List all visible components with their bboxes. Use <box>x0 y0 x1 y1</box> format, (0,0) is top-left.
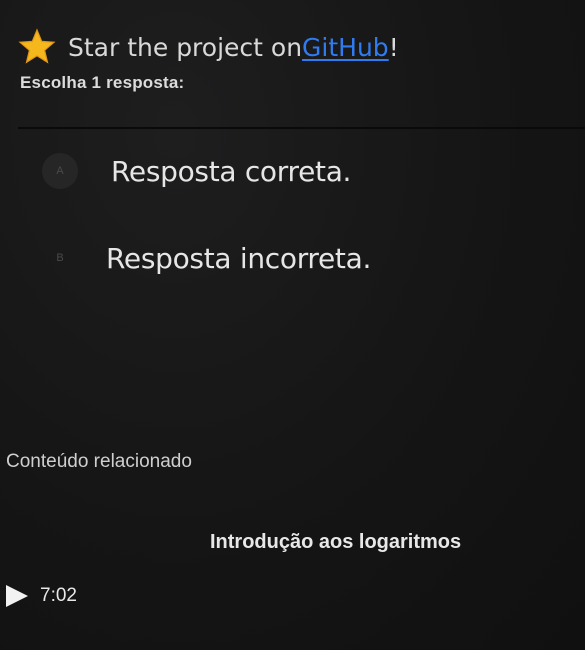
answer-option-b[interactable]: B Resposta incorreta. <box>42 240 371 276</box>
related-video-title: Introdução aos logaritmos <box>210 531 462 553</box>
play-icon <box>6 585 28 607</box>
banner-text: Star the project on <box>68 32 303 62</box>
answer-option-a[interactable]: A Resposta correta. <box>42 153 351 189</box>
github-star-banner: Star the project on GitHub ! <box>18 28 399 66</box>
option-text: Resposta correta. <box>111 154 352 188</box>
divider <box>18 127 585 129</box>
question-instruction: Escolha 1 resposta: <box>20 73 185 92</box>
video-thumbnail <box>28 537 168 557</box>
github-link[interactable]: GitHub <box>302 33 389 62</box>
related-content-heading: Conteúdo relacionado <box>6 451 192 472</box>
duration-text: 7:02 <box>40 585 77 606</box>
star-icon <box>18 28 56 66</box>
banner-suffix: ! <box>388 32 399 62</box>
option-letter-badge: B <box>56 252 64 264</box>
video-duration: 7:02 <box>6 585 77 607</box>
option-text: Resposta incorreta. <box>106 241 372 275</box>
option-letter-badge: A <box>42 153 78 189</box>
related-video-item[interactable]: Introdução aos logaritmos 7:02 <box>0 515 585 625</box>
